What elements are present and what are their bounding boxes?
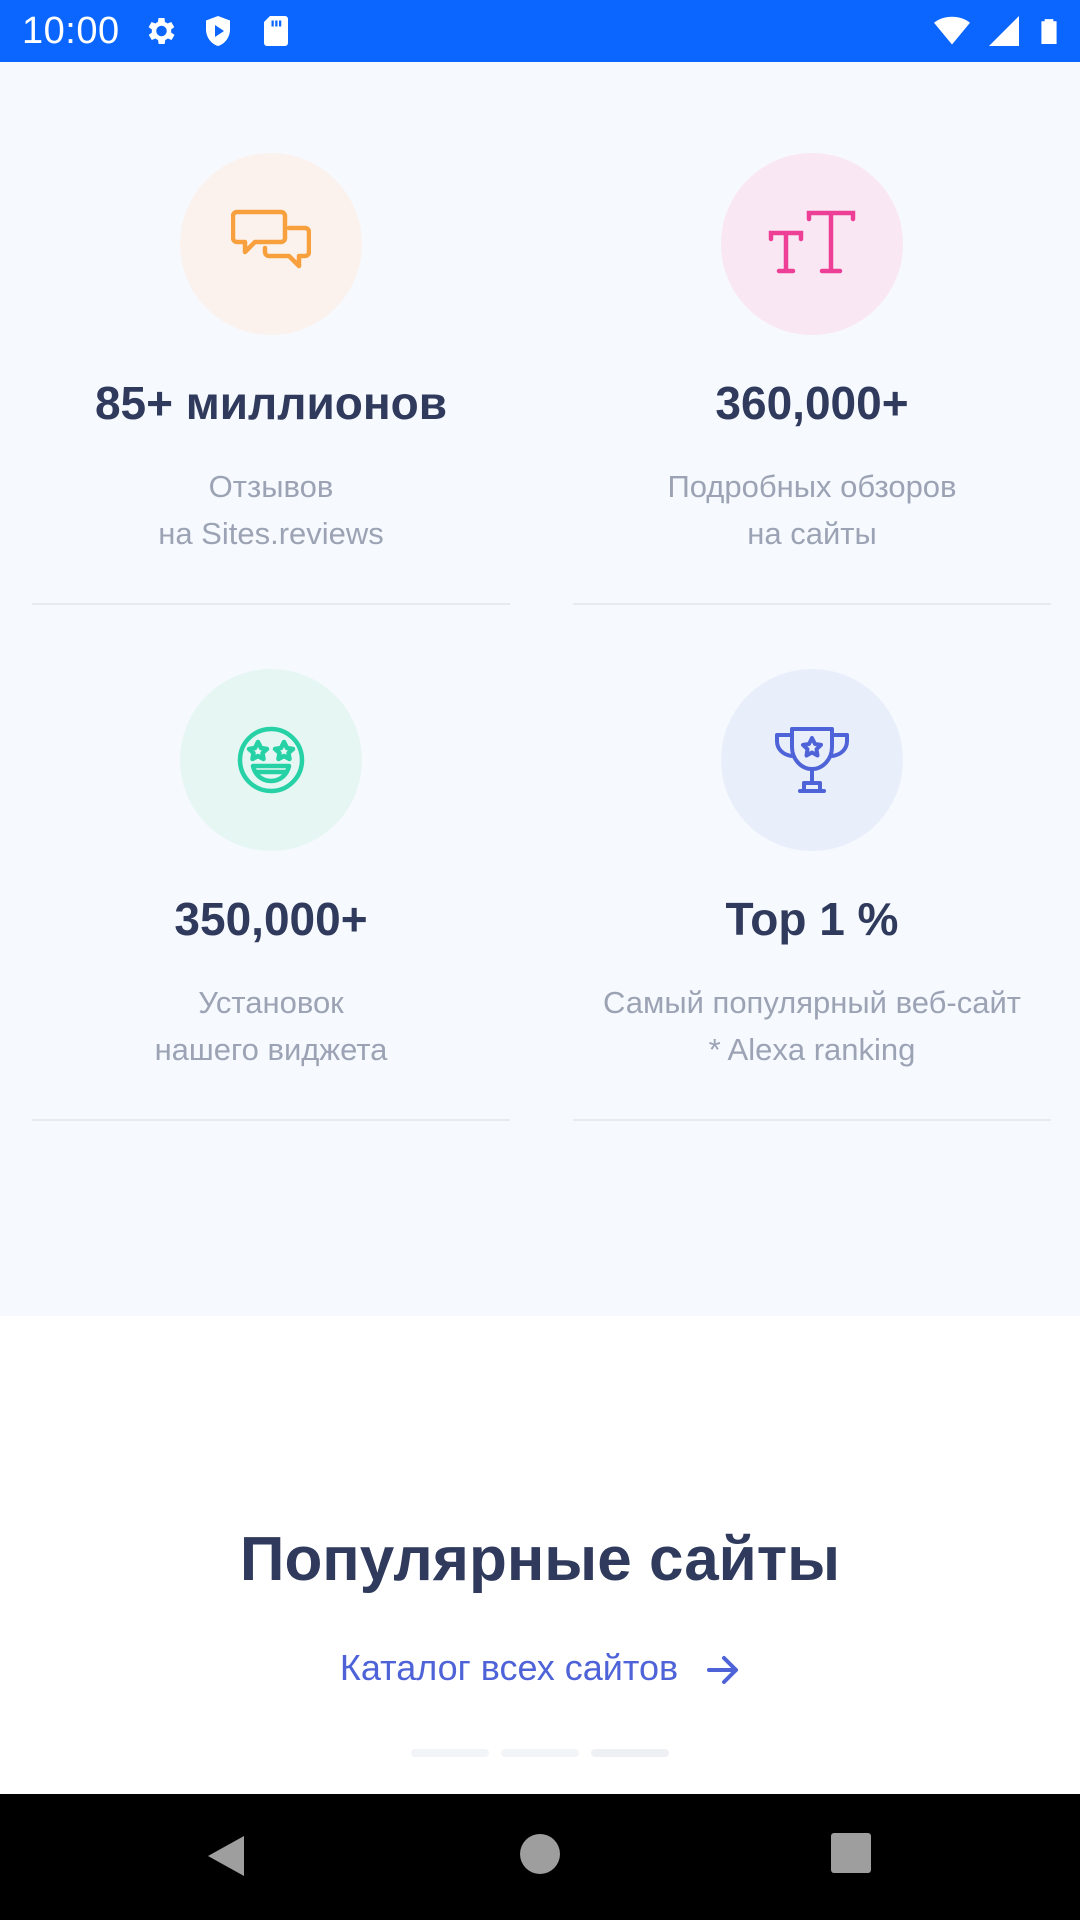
stat-icon-circle <box>721 153 903 335</box>
stat-description-line: Подробных обзоров <box>667 469 957 504</box>
stat-description: Установок нашего виджета <box>12 979 530 1073</box>
status-right-icons <box>932 13 1062 49</box>
carousel-dot[interactable] <box>411 1749 489 1757</box>
wifi-icon <box>934 16 970 45</box>
catalog-link-label: Каталог всех сайтов <box>339 1647 679 1688</box>
home-icon[interactable] <box>518 1832 562 1876</box>
stat-icon-circle <box>180 669 362 851</box>
stat-description-line: на Sites.reviews <box>158 516 384 551</box>
stat-value: 85+ миллионов <box>94 377 448 429</box>
stat-description: Самый популярный веб-сайт * Alexa rankin… <box>553 979 1071 1073</box>
divider <box>32 1119 510 1121</box>
stat-value: 360,000+ <box>715 377 909 429</box>
status-bar: 10:00 <box>0 0 1080 62</box>
battery-icon <box>1041 19 1057 44</box>
stat-description-line: Отзывов <box>208 469 334 504</box>
stat-value: Top 1 % <box>725 893 899 945</box>
signal-icon <box>989 16 1019 46</box>
divider <box>573 603 1051 605</box>
arrow-right-icon <box>707 1656 739 1685</box>
section-title: Популярные сайты <box>239 1525 841 1594</box>
carousel-dot-active[interactable] <box>591 1749 669 1757</box>
chat-bubbles-icon <box>231 209 311 269</box>
trophy-icon <box>775 727 849 793</box>
stat-description-line: нашего виджета <box>154 1032 388 1067</box>
status-time: 10:00 <box>22 10 120 52</box>
stat-description-line: Самый популярный веб-сайт <box>603 985 1021 1020</box>
carousel-dot[interactable] <box>501 1749 579 1757</box>
navigation-bar <box>0 1794 1080 1920</box>
stats-section: 85+ миллионов Отзывов на Sites.reviews 3… <box>0 62 1080 1316</box>
stat-description: Отзывов на Sites.reviews <box>12 463 530 557</box>
star-eyes-emoji-icon <box>237 726 305 794</box>
stat-icon-circle <box>180 153 362 335</box>
back-icon[interactable] <box>204 1832 248 1880</box>
catalog-link[interactable]: Каталог всех сайтов <box>0 1645 1080 1691</box>
stat-description-line: на сайты <box>747 516 877 551</box>
settings-icon <box>148 17 175 45</box>
carousel-indicator <box>0 1744 1080 1762</box>
shield-icon <box>206 16 230 46</box>
status-left-icons <box>142 13 294 49</box>
text-size-icon <box>768 210 856 274</box>
stat-description: Подробных обзоров на сайты <box>553 463 1071 557</box>
divider <box>32 603 510 605</box>
stat-value: 350,000+ <box>174 893 368 945</box>
stat-description-line: * Alexa ranking <box>708 1032 916 1067</box>
stat-icon-circle <box>721 669 903 851</box>
recents-icon[interactable] <box>830 1832 872 1874</box>
sd-card-icon <box>264 16 288 46</box>
stat-description-line: Установок <box>198 985 344 1020</box>
divider <box>573 1119 1051 1121</box>
